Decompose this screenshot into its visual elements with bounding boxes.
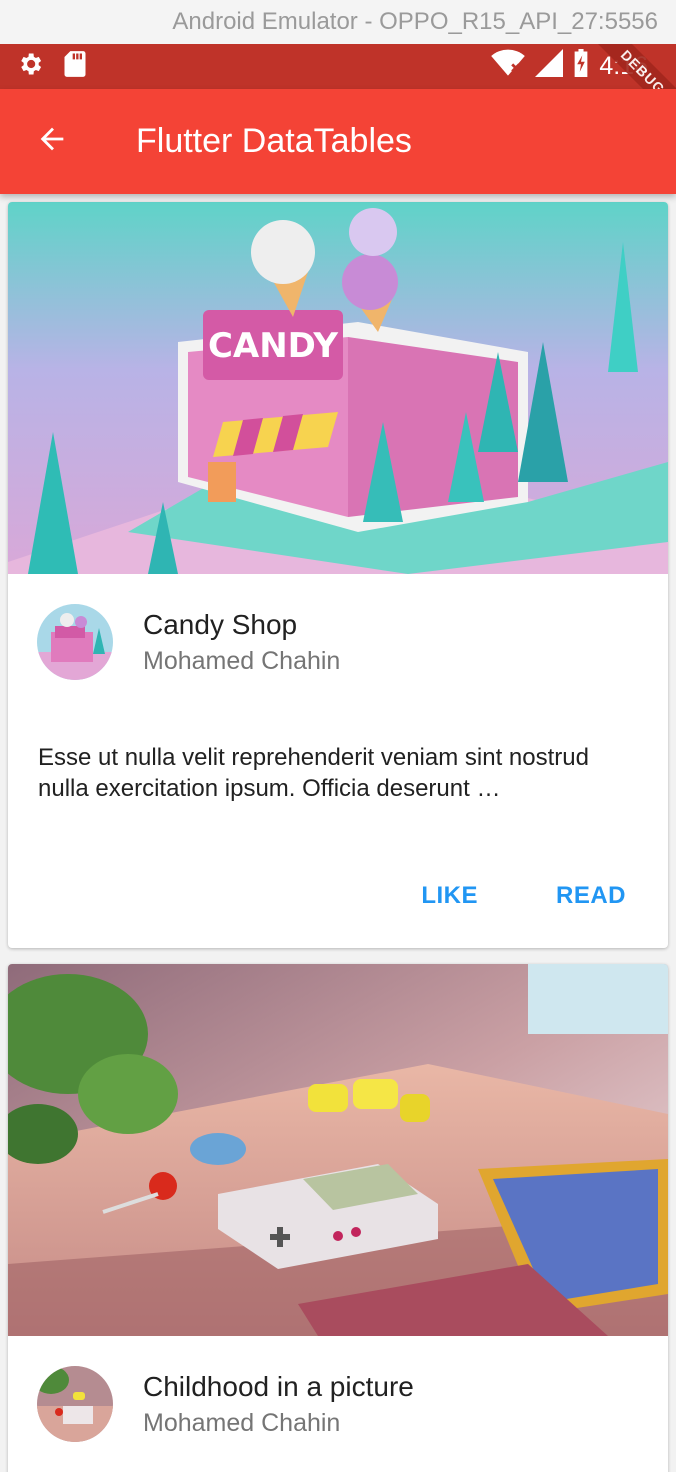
avatar[interactable] [37, 1366, 113, 1442]
sd-card-icon [62, 50, 88, 83]
article-card: CANDY Candy Shop Mohamed Chahin Esse ut … [8, 202, 668, 948]
emulator-window-title: Android Emulator - OPPO_R15_API_27:5556 [0, 0, 676, 44]
card-title: Candy Shop [143, 608, 298, 640]
wifi-icon [491, 49, 526, 84]
like-button[interactable]: LIKE [421, 882, 478, 910]
page-title: Flutter DataTables [136, 122, 412, 160]
back-button[interactable] [22, 112, 82, 172]
window-title-text: Android Emulator - OPPO_R15_API_27:5556 [172, 8, 658, 35]
card-author: Mohamed Chahin [143, 646, 341, 675]
svg-text:CANDY: CANDY [208, 326, 338, 366]
arrow-back-icon [35, 122, 69, 161]
childhood-image [8, 964, 668, 1336]
avatar[interactable] [37, 604, 113, 680]
signal-icon [535, 49, 564, 84]
article-card: Childhood in a picture Mohamed Chahin [8, 964, 668, 1472]
gear-icon [16, 50, 44, 83]
android-status-bar: 4:16 DEBUG [0, 44, 676, 89]
card-title: Childhood in a picture [143, 1370, 414, 1402]
battery-icon [573, 49, 589, 84]
read-button[interactable]: READ [556, 882, 626, 910]
card-author: Mohamed Chahin [143, 1408, 341, 1437]
candy-shop-image: CANDY [8, 202, 668, 574]
app-bar: Flutter DataTables [0, 89, 676, 194]
card-description: Esse ut nulla velit reprehenderit veniam… [38, 744, 589, 802]
